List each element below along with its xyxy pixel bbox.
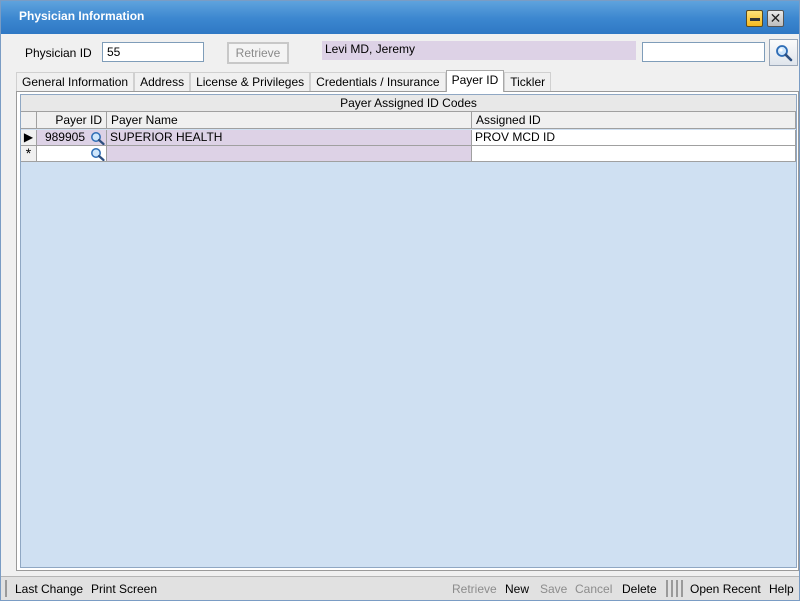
minimize-button[interactable] (746, 10, 763, 27)
help-command[interactable]: Help (769, 582, 794, 596)
column-header-payer-name[interactable]: Payer Name (107, 112, 472, 129)
magnifier-icon (91, 147, 105, 161)
payer-id-grid[interactable]: Payer Assigned ID Codes Payer ID Payer N… (20, 94, 797, 568)
open-recent-command[interactable]: Open Recent (690, 582, 761, 596)
row-indicator-new[interactable]: * (21, 146, 37, 162)
column-header-assigned-id[interactable]: Assigned ID (472, 112, 796, 129)
title-bar[interactable]: Physician Information ✕ (1, 1, 799, 34)
cancel-command[interactable]: Cancel (575, 582, 612, 596)
grid-caption: Payer Assigned ID Codes (21, 95, 796, 112)
physician-id-label: Physician ID (25, 46, 92, 60)
close-button[interactable]: ✕ (767, 10, 784, 27)
physician-search-button[interactable] (769, 39, 798, 66)
save-command[interactable]: Save (540, 582, 567, 596)
status-separator (676, 580, 678, 597)
physician-name-display: Levi MD, Jeremy (322, 41, 636, 60)
window-title: Physician Information (19, 9, 145, 23)
payer-id-panel: Payer Assigned ID Codes Payer ID Payer N… (16, 91, 799, 571)
new-assigned-id-cell[interactable] (472, 146, 796, 162)
status-separator (671, 580, 673, 597)
new-payer-lookup-button[interactable] (89, 146, 106, 161)
tab-payer-id[interactable]: Payer ID (445, 70, 505, 92)
tab-general-information[interactable]: General Information (16, 72, 135, 92)
close-icon: ✕ (769, 10, 782, 27)
magnifier-icon (775, 44, 792, 61)
new-payer-name-cell (107, 146, 472, 162)
magnifier-icon (91, 131, 105, 145)
new-command[interactable]: New (505, 582, 529, 596)
tab-strip: General Information Address License & Pr… (16, 70, 552, 92)
tab-tickler[interactable]: Tickler (504, 72, 552, 92)
column-header-payer-id[interactable]: Payer ID (37, 112, 107, 129)
minimize-icon (749, 18, 760, 21)
status-bar: Last Change Print Screen Retrieve New Sa… (1, 576, 799, 600)
retrieve-button[interactable]: Retrieve (227, 42, 289, 64)
status-separator (681, 580, 683, 597)
row-header-corner (21, 112, 37, 129)
tab-license-privileges[interactable]: License & Privileges (190, 72, 311, 92)
physician-information-window: Physician Information ✕ Physician ID 55 … (0, 0, 800, 601)
physician-id-input[interactable]: 55 (102, 42, 204, 62)
physician-search-input[interactable] (642, 42, 765, 62)
status-separator (666, 580, 668, 597)
row-indicator-current[interactable]: ▶ (21, 130, 37, 146)
payer-lookup-button[interactable] (89, 130, 106, 145)
last-change-link[interactable]: Last Change (15, 582, 83, 596)
status-grip (5, 580, 7, 597)
retrieve-command[interactable]: Retrieve (452, 582, 497, 596)
assigned-id-cell[interactable]: PROV MCD ID (472, 130, 796, 146)
tab-address[interactable]: Address (134, 72, 191, 92)
print-screen-link[interactable]: Print Screen (91, 582, 157, 596)
tab-credentials-insurance[interactable]: Credentials / Insurance (310, 72, 446, 92)
delete-command[interactable]: Delete (622, 582, 657, 596)
payer-name-cell: SUPERIOR HEALTH (107, 130, 472, 146)
